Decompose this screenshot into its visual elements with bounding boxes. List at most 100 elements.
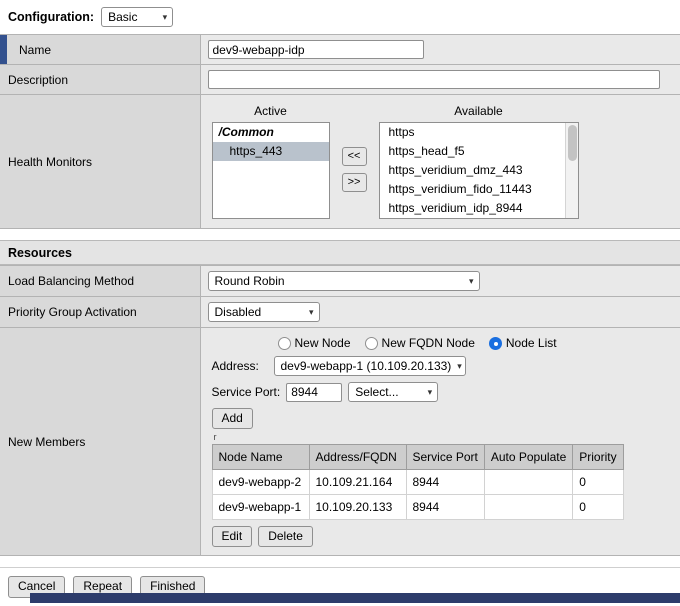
address-cell: 10.109.20.133 (309, 495, 406, 520)
name-label: Name (19, 43, 51, 57)
service-port-select-value: Select... (355, 385, 398, 399)
health-monitors-label: Health Monitors (8, 155, 92, 169)
list-item[interactable]: https_veridium_dmz_443 (380, 161, 578, 180)
members-table: Node Name Address/FQDN Service Port Auto… (212, 444, 624, 520)
address-label: Address: (212, 359, 268, 373)
description-row: Description (0, 65, 680, 95)
radio-new-fqdn-node[interactable]: New FQDN Node (365, 336, 475, 350)
radio-new-node-label: New Node (295, 336, 351, 350)
column-header: Auto Populate (484, 445, 572, 470)
radio-new-node[interactable]: New Node (278, 336, 351, 350)
list-item[interactable]: https_veridium_idp_8944 (380, 199, 578, 218)
edit-button[interactable]: Edit (212, 526, 253, 547)
priority-group-value-cell: Disabled ▾ (200, 297, 680, 328)
health-monitors-value-cell: Active /Common https_443 << >> Available… (200, 95, 680, 229)
available-monitors-column: Available https https_head_f5 https_veri… (379, 104, 579, 219)
chevron-down-icon: ▾ (428, 388, 433, 397)
new-members-value-cell: New Node New FQDN Node Node List Address… (200, 328, 680, 556)
name-label-cell: Name (0, 35, 200, 65)
new-members-label: New Members (8, 435, 85, 449)
load-balancing-label: Load Balancing Method (8, 274, 134, 288)
name-row: Name (0, 35, 680, 65)
new-members-form: New Node New FQDN Node Node List Address… (208, 333, 674, 550)
configuration-label: Configuration: (8, 10, 94, 24)
description-value-cell (200, 65, 680, 95)
bottom-status-bar (30, 593, 680, 603)
new-members-row: New Members New Node New FQDN Node Node … (0, 328, 680, 556)
active-header: Active (254, 104, 287, 118)
delete-button[interactable]: Delete (258, 526, 313, 547)
address-select[interactable]: dev9-webapp-1 (10.109.20.133) ▾ (274, 356, 466, 376)
partition-group-label: /Common (213, 123, 329, 142)
name-value-cell (200, 35, 680, 65)
stray-text: r (214, 433, 217, 441)
scrollbar[interactable] (565, 123, 578, 218)
load-balancing-select-value: Round Robin (215, 274, 285, 288)
list-item[interactable]: https_443 (213, 142, 329, 161)
load-balancing-value-cell: Round Robin ▾ (200, 266, 680, 297)
available-monitors-listbox[interactable]: https https_head_f5 https_veridium_dmz_4… (379, 122, 579, 219)
radio-icon (278, 337, 291, 350)
service-port-select[interactable]: Select... ▾ (348, 382, 438, 402)
radio-new-fqdn-node-label: New FQDN Node (382, 336, 475, 350)
monitor-move-buttons: << >> (342, 147, 367, 192)
new-members-label-cell: New Members (0, 328, 200, 556)
auto-populate-cell (484, 470, 572, 495)
add-button[interactable]: Add (212, 408, 253, 429)
priority-group-row: Priority Group Activation Disabled ▾ (0, 297, 680, 328)
table-row[interactable]: dev9-webapp-2 10.109.21.164 8944 0 (212, 470, 623, 495)
description-label: Description (8, 73, 68, 87)
column-header: Address/FQDN (309, 445, 406, 470)
priority-cell: 0 (573, 470, 623, 495)
chevron-down-icon: ▾ (309, 308, 314, 317)
list-item[interactable]: https_veridium_fido_11443 (380, 180, 578, 199)
service-port-input[interactable] (286, 383, 342, 402)
move-to-active-button[interactable]: << (342, 147, 367, 166)
radio-icon (365, 337, 378, 350)
radio-selected-icon (489, 337, 502, 350)
health-monitors-row: Health Monitors Active /Common https_443… (0, 95, 680, 229)
configuration-select[interactable]: Basic ▾ (101, 7, 173, 27)
name-input[interactable] (208, 40, 424, 59)
chevron-down-icon: ▾ (163, 13, 168, 22)
load-balancing-row: Load Balancing Method Round Robin ▾ (0, 266, 680, 297)
member-action-buttons: Edit Delete (212, 526, 313, 547)
service-port-cell: 8944 (406, 495, 484, 520)
health-monitors-picker: Active /Common https_443 << >> Available… (208, 100, 674, 223)
resources-section-header: Resources (0, 240, 680, 265)
available-header: Available (454, 104, 502, 118)
address-row: Address: dev9-webapp-1 (10.109.20.133) ▾ (212, 356, 466, 376)
address-select-value: dev9-webapp-1 (10.109.20.133) (281, 359, 452, 373)
description-input[interactable] (208, 70, 660, 89)
node-name-cell: dev9-webapp-2 (212, 470, 309, 495)
move-to-available-button[interactable]: >> (342, 173, 367, 192)
list-item[interactable]: https_head_f5 (380, 142, 578, 161)
active-monitors-listbox[interactable]: /Common https_443 (212, 122, 330, 219)
members-table-header-row: Node Name Address/FQDN Service Port Auto… (212, 445, 623, 470)
radio-node-list[interactable]: Node List (489, 336, 557, 350)
active-monitors-column: Active /Common https_443 (212, 104, 330, 219)
priority-group-select-value: Disabled (215, 305, 262, 319)
column-header: Priority (573, 445, 623, 470)
configuration-bar: Configuration: Basic ▾ (0, 0, 680, 34)
health-monitors-label-cell: Health Monitors (0, 95, 200, 229)
table-row[interactable]: dev9-webapp-1 10.109.20.133 8944 0 (212, 495, 623, 520)
auto-populate-cell (484, 495, 572, 520)
scrollbar-thumb[interactable] (568, 125, 577, 161)
chevron-down-icon: ▾ (469, 277, 474, 286)
priority-group-select[interactable]: Disabled ▾ (208, 302, 320, 322)
member-type-radio-group: New Node New FQDN Node Node List (212, 336, 557, 350)
load-balancing-label-cell: Load Balancing Method (0, 266, 200, 297)
priority-group-label-cell: Priority Group Activation (0, 297, 200, 328)
configuration-select-value: Basic (108, 10, 137, 24)
service-port-label: Service Port: (212, 385, 281, 399)
column-header: Node Name (212, 445, 309, 470)
load-balancing-select[interactable]: Round Robin ▾ (208, 271, 480, 291)
node-name-cell: dev9-webapp-1 (212, 495, 309, 520)
list-item[interactable]: https (380, 123, 578, 142)
service-port-row: Service Port: Select... ▾ (212, 382, 439, 402)
radio-node-list-label: Node List (506, 336, 557, 350)
column-header: Service Port (406, 445, 484, 470)
description-label-cell: Description (0, 65, 200, 95)
general-settings-table: Name Description Health Monitors Active … (0, 34, 680, 229)
